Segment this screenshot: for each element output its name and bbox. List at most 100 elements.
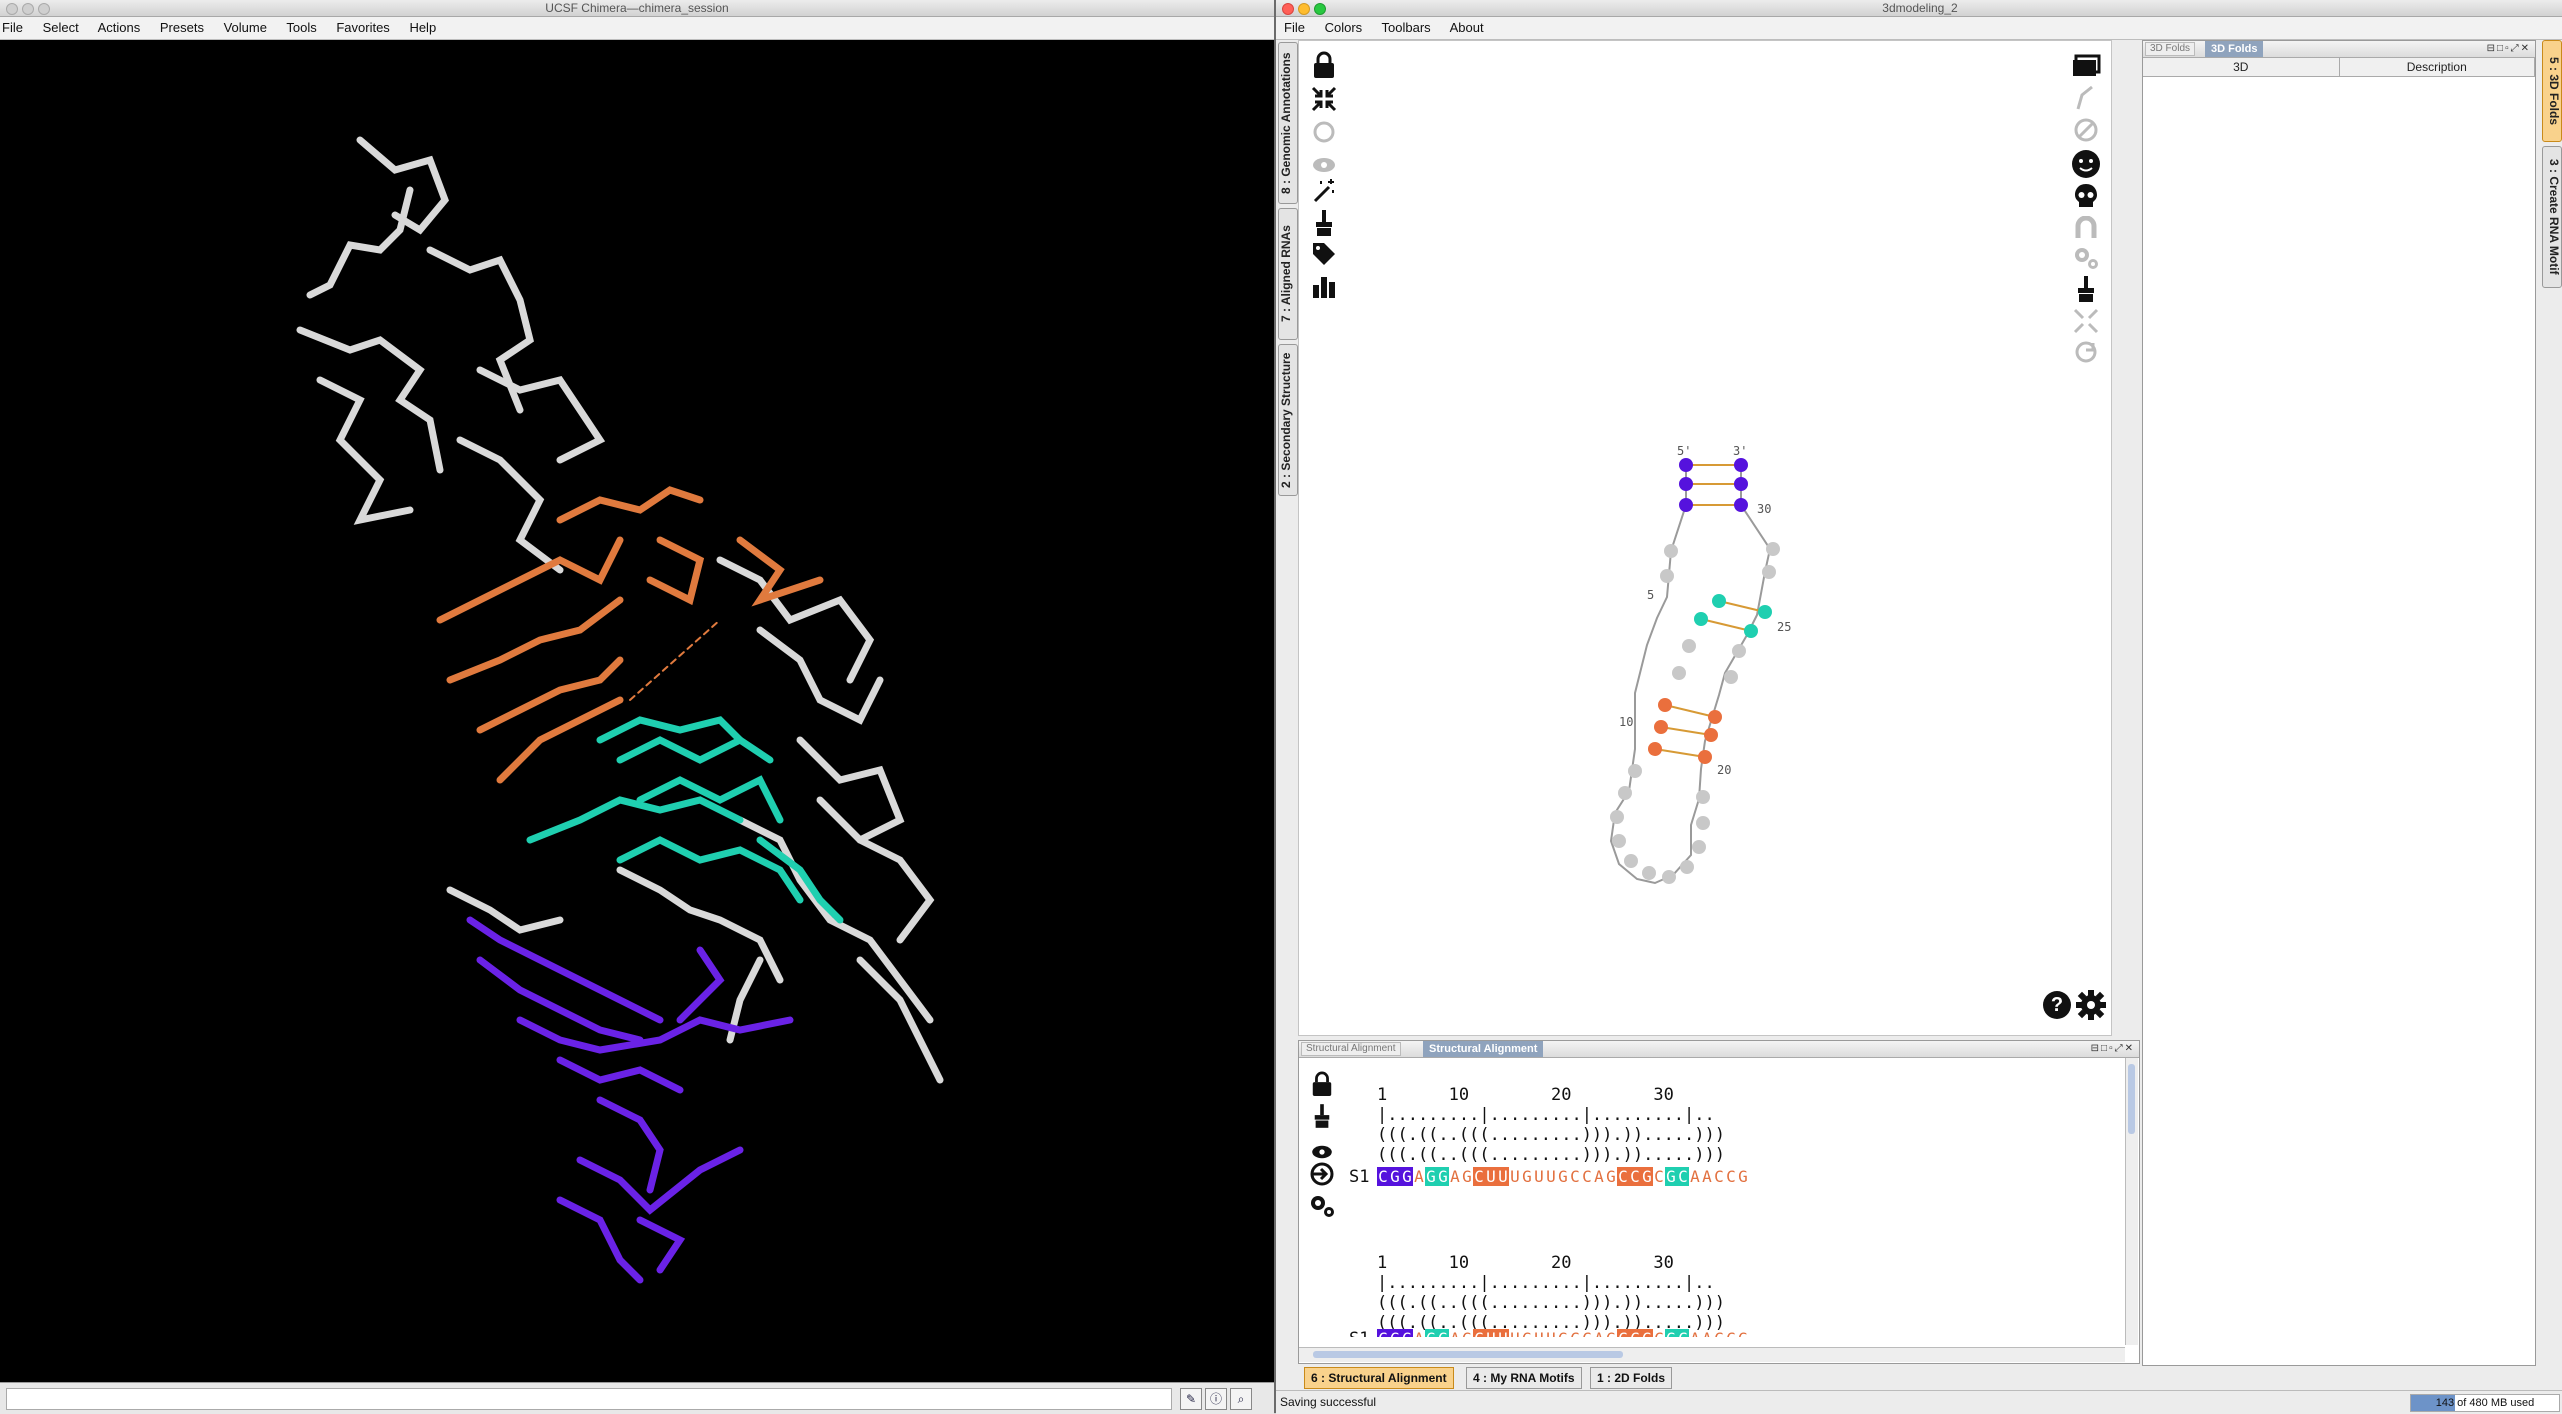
help-icon[interactable]: ? bbox=[2043, 991, 2071, 1019]
chimera-menubar: File Select Actions Presets Volume Tools… bbox=[0, 17, 1274, 40]
folds-ghost-tab[interactable]: 3D Folds bbox=[2145, 42, 2196, 56]
label-n20: 20 bbox=[1717, 763, 1731, 777]
nucleotide: C bbox=[1653, 1329, 1665, 1337]
column-3d[interactable]: 3D bbox=[2143, 58, 2340, 76]
tab-aligned-rnas[interactable]: 7 : Aligned RNAs bbox=[1278, 208, 1298, 340]
nucleotide: C bbox=[1581, 1329, 1593, 1337]
menu-file[interactable]: File bbox=[2, 20, 23, 35]
secondary-structure-panel: 5' 3' 30 5 25 10 20 ? bbox=[1298, 40, 2112, 1036]
nucleotide: C bbox=[1473, 1167, 1485, 1186]
menu-favorites[interactable]: Favorites bbox=[336, 20, 389, 35]
nucleotide: G bbox=[1437, 1329, 1449, 1337]
hbond-dashes bbox=[629, 619, 721, 701]
chimera-command-bar: ✎ ⓘ ⌕ bbox=[0, 1382, 1274, 1414]
paint-brush-icon[interactable] bbox=[1305, 1103, 1339, 1136]
label-5prime: 5' bbox=[1677, 444, 1691, 458]
menu-select[interactable]: Select bbox=[43, 20, 79, 35]
menu-actions[interactable]: Actions bbox=[98, 20, 141, 35]
magnifier-icon[interactable]: ⌕ bbox=[1230, 1388, 1252, 1410]
nucleotide: G bbox=[1738, 1167, 1748, 1186]
zoom-dot-icon[interactable] bbox=[38, 3, 50, 15]
tab-structural-alignment[interactable]: 6 : Structural Alignment bbox=[1304, 1367, 1454, 1389]
pencil-icon[interactable]: ✎ bbox=[1180, 1388, 1202, 1410]
chimera-title: UCSF Chimera—chimera_session bbox=[545, 1, 729, 15]
memory-indicator[interactable]: 143 of 480 MB used bbox=[2410, 1394, 2560, 1412]
menu-presets[interactable]: Presets bbox=[160, 20, 204, 35]
lock-icon[interactable] bbox=[1305, 1071, 1339, 1104]
folds-table-header: 3D Description bbox=[2143, 58, 2535, 77]
nucleotide: G bbox=[1641, 1329, 1653, 1337]
menu-tools[interactable]: Tools bbox=[286, 20, 316, 35]
menu-volume[interactable]: Volume bbox=[224, 20, 267, 35]
close-dot-icon[interactable] bbox=[6, 3, 18, 15]
nucleotide: C bbox=[1473, 1329, 1485, 1337]
label-n10: 10 bbox=[1619, 715, 1633, 729]
nucleotide: G bbox=[1401, 1167, 1413, 1186]
tab-create-rna-motif[interactable]: 3 : Create RNA Motif bbox=[2542, 146, 2562, 288]
nucleotide: C bbox=[1726, 1167, 1736, 1186]
nucleotide: C bbox=[1569, 1329, 1581, 1337]
tab-secondary-structure[interactable]: 2 : Secondary Structure bbox=[1278, 344, 1298, 496]
nucleotide: A bbox=[1702, 1167, 1712, 1186]
backbone bbox=[1609, 465, 1772, 885]
vertical-scroll-thumb[interactable] bbox=[2128, 1064, 2135, 1134]
panel-window-controls-icon[interactable]: ⊟□▫⤢✕ bbox=[2091, 1041, 2135, 1057]
alignment-ruler-2: 1 10 20 30 bbox=[1377, 1253, 1674, 1273]
gear-icon[interactable] bbox=[2075, 989, 2107, 1026]
nucleotide: G bbox=[1522, 1167, 1532, 1186]
alignment-ticks-2: |.........|.........|.........|.. bbox=[1377, 1273, 1715, 1293]
sequence-row-2: CGGAGGAGCUUUGUUGCCAGCCGCGCAACCG bbox=[1377, 1329, 1749, 1337]
panel-window-controls-icon[interactable]: ⊟□▫⤢✕ bbox=[2487, 41, 2531, 57]
molecule-3d-viewport[interactable] bbox=[0, 40, 1274, 1382]
command-line-input[interactable] bbox=[6, 1388, 1172, 1410]
nucleotide: U bbox=[1497, 1167, 1509, 1186]
menu-file[interactable]: File bbox=[1284, 20, 1305, 35]
nucleotide: G bbox=[1389, 1167, 1401, 1186]
nucleotide: C bbox=[1713, 1329, 1725, 1337]
nucleotide: C bbox=[1654, 1167, 1664, 1186]
alignment-ruler: 1 10 20 30 bbox=[1377, 1085, 1674, 1105]
nucleotide: G bbox=[1665, 1329, 1677, 1337]
minimize-dot-icon[interactable] bbox=[1298, 3, 1310, 15]
gears-icon[interactable] bbox=[1305, 1193, 1339, 1226]
sign-in-icon[interactable] bbox=[1305, 1161, 1339, 1194]
molecule-purple-strand bbox=[466, 916, 794, 1284]
nucleotide: G bbox=[1737, 1329, 1749, 1337]
horizontal-scroll-thumb[interactable] bbox=[1313, 1351, 1623, 1358]
alignment-bracket-1: (((.((..(((.........))).)).....))) bbox=[1377, 1125, 1725, 1145]
sequence-row[interactable]: CGGAGGAGCUUUGUUGCCAGCCGCGCAACCG bbox=[1377, 1167, 1749, 1187]
tab-3d-folds[interactable]: 5 : 3D Folds bbox=[2542, 40, 2562, 142]
folds-panel-title: 3D Folds bbox=[2205, 41, 2264, 57]
nucleotide: C bbox=[1377, 1167, 1389, 1186]
horizontal-scrollbar[interactable] bbox=[1299, 1347, 2125, 1362]
label-3prime: 3' bbox=[1733, 444, 1747, 458]
alignment-ticks: |.........|.........|.........|.. bbox=[1377, 1105, 1715, 1125]
tab-genomic-annotations[interactable]: 8 : Genomic Annotations bbox=[1278, 42, 1298, 204]
menu-toolbars[interactable]: Toolbars bbox=[1382, 20, 1431, 35]
tab-my-rna-motifs[interactable]: 4 : My RNA Motifs bbox=[1466, 1367, 1582, 1389]
alignment-panel-header: Structural Alignment Structural Alignmen… bbox=[1299, 1041, 2139, 1058]
rna-secondary-structure[interactable]: 5' 3' 30 5 25 10 20 bbox=[1299, 41, 2111, 1035]
nucleotide: G bbox=[1389, 1329, 1401, 1337]
folds-panel-header: 3D Folds 3D Folds ⊟□▫⤢✕ bbox=[2143, 41, 2535, 58]
menu-about[interactable]: About bbox=[1450, 20, 1484, 35]
close-dot-icon[interactable] bbox=[1282, 3, 1294, 15]
zoom-dot-icon[interactable] bbox=[1314, 3, 1326, 15]
nucleotide: G bbox=[1425, 1167, 1437, 1186]
clipped-sequence: S1 CGGAGGAGCUUUGUUGCCAGCCGCGCAACCG bbox=[1299, 1323, 2125, 1337]
minimize-dot-icon[interactable] bbox=[22, 3, 34, 15]
info-icon[interactable]: ⓘ bbox=[1205, 1388, 1227, 1410]
vertical-scrollbar[interactable] bbox=[2125, 1058, 2138, 1345]
column-description[interactable]: Description bbox=[2340, 58, 2535, 76]
modeling-window: 3dmodeling_2 File Colors Toolbars About … bbox=[1274, 0, 2562, 1414]
tab-2d-folds[interactable]: 1 : 2D Folds bbox=[1590, 1367, 1673, 1389]
nucleotide: A bbox=[1701, 1329, 1713, 1337]
nucleotide: G bbox=[1401, 1329, 1413, 1337]
chimera-titlebar[interactable]: UCSF Chimera—chimera_session bbox=[0, 0, 1274, 17]
nucleotide: A bbox=[1450, 1167, 1460, 1186]
nucleotide: C bbox=[1377, 1329, 1389, 1337]
alignment-ghost-tab[interactable]: Structural Alignment bbox=[1301, 1042, 1401, 1056]
modeling-titlebar[interactable]: 3dmodeling_2 bbox=[1276, 0, 2562, 17]
menu-colors[interactable]: Colors bbox=[1325, 20, 1363, 35]
menu-help[interactable]: Help bbox=[409, 20, 436, 35]
